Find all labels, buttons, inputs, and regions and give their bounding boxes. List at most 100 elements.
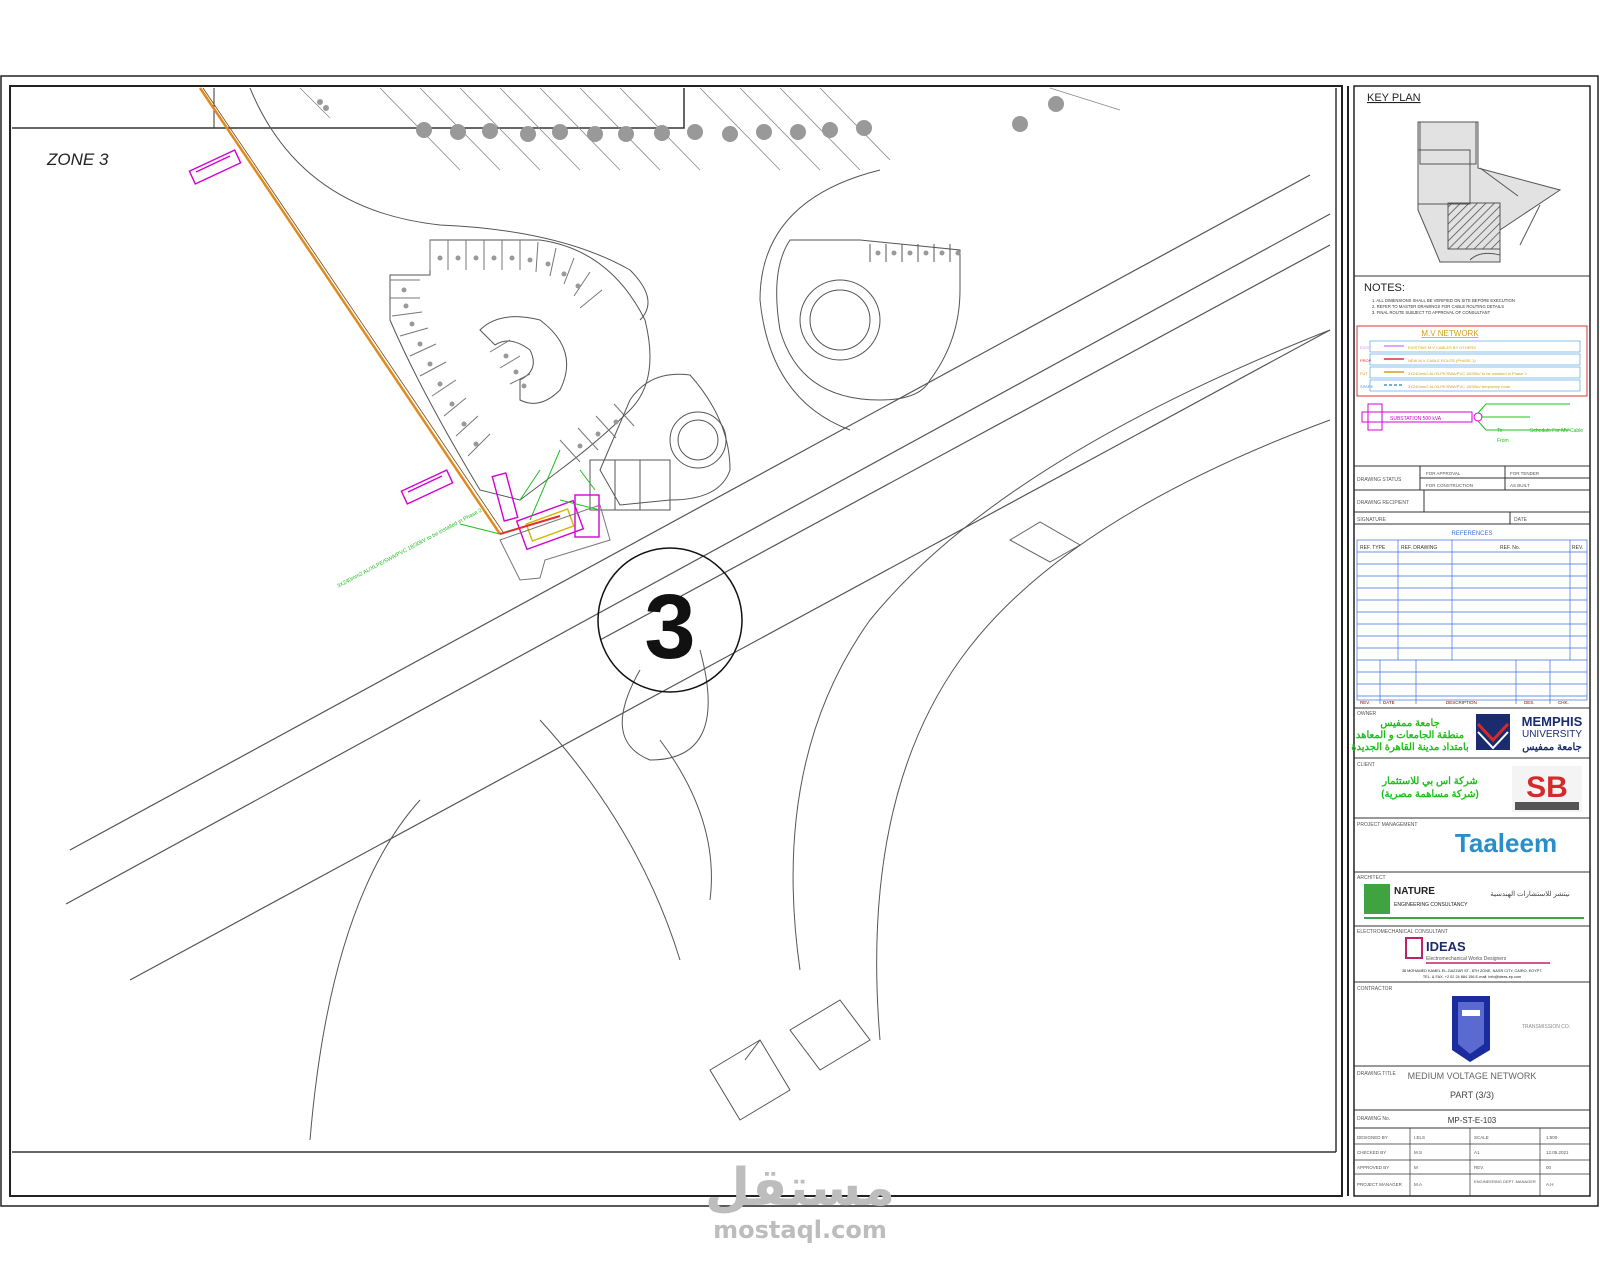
client-label: CLIENT bbox=[1357, 762, 1375, 768]
rev-header-description: DESCRIPTION bbox=[1446, 700, 1477, 705]
parking-island bbox=[479, 316, 568, 404]
meta-r2-label: CHECKED BY bbox=[1357, 1150, 1386, 1155]
meta-r4-value: M.A bbox=[1414, 1182, 1422, 1187]
drawing-title: MEDIUM VOLTAGE NETWORK bbox=[1408, 1071, 1537, 1081]
client-ar-2: (شركة مساهمة مصرية) bbox=[1381, 789, 1479, 800]
meta-r1-label: DESIGNED BY bbox=[1357, 1135, 1388, 1140]
legend-code-2: PROP. bbox=[1360, 358, 1372, 363]
zone-number-callout: 3 bbox=[597, 547, 743, 693]
signature-label: SIGNATURE bbox=[1357, 517, 1386, 523]
ideas-contact: TEL. & FAX. +2 02 24 884 156 E-mail: inf… bbox=[1423, 975, 1521, 979]
ref-header-type: REF. TYPE bbox=[1360, 545, 1386, 551]
road-median-strip bbox=[1008, 521, 1082, 563]
substation-outline bbox=[499, 504, 611, 581]
mep-label: ELECTROMECHANICAL CONSULTANT bbox=[1357, 929, 1448, 935]
meta-r4-value2: A.H bbox=[1546, 1182, 1554, 1187]
curved-road-4 bbox=[309, 799, 421, 1141]
contractor-label: CONTRACTOR bbox=[1357, 986, 1393, 992]
drawing-no: MP-ST-E-103 bbox=[1448, 1116, 1497, 1125]
legend-code-3: FUT. bbox=[1360, 371, 1368, 376]
references-title: REFERENCES bbox=[1451, 531, 1492, 537]
references-table bbox=[1356, 539, 1588, 704]
parking-stalls bbox=[390, 240, 635, 463]
curved-road-1 bbox=[876, 419, 1331, 1041]
main-road bbox=[65, 174, 1331, 981]
meta-r4-label2: ENGINEERING DEPT. MANAGER bbox=[1474, 1179, 1536, 1184]
parking-stall-marks bbox=[401, 255, 619, 449]
contractor-logo bbox=[1452, 996, 1490, 1062]
meta-r4-label: PROJECT MANAGER bbox=[1357, 1182, 1403, 1187]
drawing-no-label: DRAWING No. bbox=[1357, 1116, 1390, 1122]
status-for-construction: FOR CONSTRUCTION bbox=[1426, 483, 1473, 488]
legend-to: To bbox=[1497, 428, 1503, 434]
nature-tree-icon bbox=[1364, 884, 1390, 914]
taaleem-logo: Taaleem bbox=[1455, 828, 1557, 858]
contractor-name: TRANSMISSION CO. bbox=[1522, 1024, 1570, 1030]
notes-title: NOTES: bbox=[1364, 282, 1405, 294]
ref-header-drawing: REF. DRAWING bbox=[1401, 545, 1437, 551]
title-block: KEY PLAN NOTES: 1. ALL DIMENSIONS SHALL … bbox=[1351, 92, 1590, 1196]
legend-desc-3: 3X240mm2 AL/XLPE/SWA/PVC 18/30kV to be i… bbox=[1408, 371, 1527, 376]
meta-r3-value: M bbox=[1414, 1165, 1418, 1170]
rev-header-des: DES. bbox=[1524, 700, 1535, 705]
client-ar-1: شركة اس بي للاستثمار bbox=[1381, 776, 1478, 787]
ideas-icon bbox=[1405, 937, 1423, 959]
status-as-built: AS BUILT bbox=[1510, 483, 1530, 488]
status-for-approval: FOR APPROVAL bbox=[1426, 471, 1461, 476]
memphis-line1: MEMPHIS bbox=[1522, 714, 1583, 729]
drawing-part: PART (3/3) bbox=[1450, 1090, 1494, 1100]
note-3: 3. FINAL ROUTE SUBJECT TO APPROVAL OF CO… bbox=[1372, 310, 1491, 315]
meta-r2-value: M.S bbox=[1414, 1150, 1422, 1155]
legend-desc-2: NEW M.V CABLE ROUTE (PHASE 1) bbox=[1408, 358, 1476, 363]
nature-line1: NATURE bbox=[1394, 886, 1435, 897]
road-blocks bbox=[709, 999, 871, 1121]
memphis-logo bbox=[1476, 714, 1510, 750]
round-feature bbox=[677, 419, 719, 461]
meta-r3-label: APPROVED BY bbox=[1357, 1165, 1389, 1170]
legend-code-1: EXIST. bbox=[1360, 345, 1372, 350]
date-label: DATE bbox=[1514, 517, 1528, 523]
rev-header-rev: REV. bbox=[1360, 700, 1370, 705]
top-boundary-wall bbox=[12, 88, 685, 129]
curved-road-5 bbox=[659, 739, 712, 901]
owner-ar-2: منطقة الجامعات و المعاهد bbox=[1356, 730, 1464, 741]
owner-ar-1: جامعة ممفيس bbox=[1380, 718, 1440, 729]
cable-annotation: 3X240mm2 AL/XLPE/SWA/PVC 18/30kV to be i… bbox=[336, 508, 483, 590]
legend-substation-label: SUBSTATION 500 kVA bbox=[1390, 416, 1442, 422]
meta-r1-value: I.ELS bbox=[1414, 1135, 1425, 1140]
legend-desc-1: EXISTING M.V CABLES BY OTHERS bbox=[1408, 345, 1476, 350]
ref-header-rev: REV. bbox=[1572, 545, 1583, 551]
ideas-address: 38 MOHAMED KAMEL EL-GAZZAR ST., 8TH ZONE… bbox=[1402, 969, 1542, 973]
ref-header-no: REF. No. bbox=[1500, 545, 1520, 551]
meta-r2-label2: A1 bbox=[1474, 1150, 1480, 1155]
memphis-line2: UNIVERSITY bbox=[1522, 729, 1582, 740]
cad-drawing-sheet: ZONE 3 3X240mm2 AL/XLPE/SWA/PVC 18/30kV … bbox=[0, 75, 1599, 1207]
legend-desc-4: 3X240mm2 AL/XLPE/SWA/PVC 18/30kV tempora… bbox=[1408, 384, 1511, 389]
curved-road-2 bbox=[792, 329, 1331, 971]
key-plan-title: KEY PLAN bbox=[1367, 92, 1421, 104]
rev-header-chk: CHK. bbox=[1558, 700, 1569, 705]
nature-line2: ENGINEERING CONSULTANCY bbox=[1394, 902, 1468, 908]
sb-logo: SB bbox=[1526, 771, 1568, 804]
legend-schedule: Schedule For MV Cable bbox=[1530, 428, 1583, 434]
building-block bbox=[599, 373, 731, 506]
mv-cable-route bbox=[198, 87, 502, 535]
ideas-line1: IDEAS bbox=[1426, 939, 1466, 954]
legend-from: From bbox=[1497, 438, 1509, 444]
pm-label: PROJECT MANAGEMENT bbox=[1357, 822, 1417, 828]
legend-title: M.V NETWORK bbox=[1421, 329, 1479, 338]
ideas-line2: Electromechanical Works Designers bbox=[1426, 956, 1507, 962]
equipment-marker-mid bbox=[400, 469, 454, 505]
drawing-recipient-label: DRAWING RECIPIENT bbox=[1357, 500, 1409, 506]
outer-frame bbox=[0, 75, 1599, 1207]
nature-ar: نيتشر للاستشارات الهندسية bbox=[1490, 890, 1570, 898]
zone-label: ZONE 3 bbox=[46, 150, 109, 169]
owner-ar-3: بامتداد مدينة القاهرة الجديدة bbox=[1351, 742, 1469, 753]
watermark-latin: mostaql.com bbox=[713, 1216, 887, 1244]
watermark: مستقل mostaql.com bbox=[690, 1160, 910, 1244]
zone-number: 3 bbox=[644, 576, 695, 678]
architect-label: ARCHITECT bbox=[1357, 875, 1386, 881]
rotunda-building bbox=[776, 239, 961, 401]
ring-road-outer bbox=[249, 87, 649, 321]
key-plan-map bbox=[1417, 121, 1562, 263]
